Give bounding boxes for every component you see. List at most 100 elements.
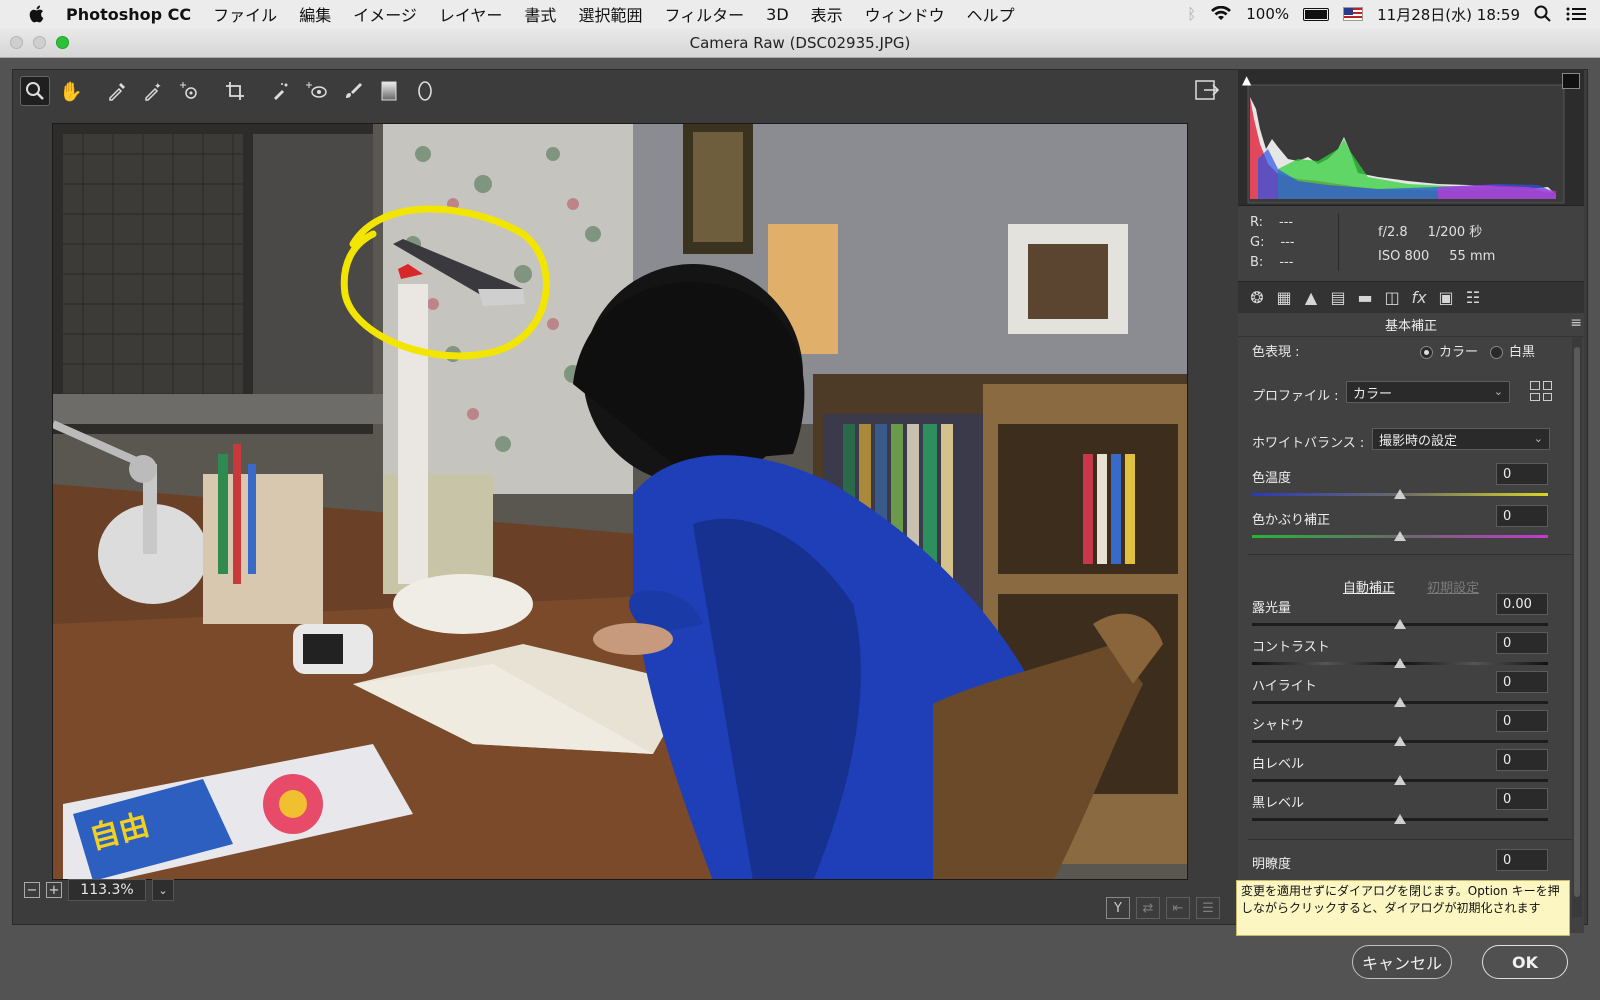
slider-thumb[interactable] <box>1394 814 1406 824</box>
shadows-slider[interactable]: シャドウ 0 <box>1252 710 1548 746</box>
slider-value[interactable]: 0 <box>1496 632 1548 654</box>
slider-thumb[interactable] <box>1394 489 1406 499</box>
tab-detail-icon[interactable]: ▲ <box>1302 288 1320 307</box>
treatment-color-radio[interactable]: カラー <box>1420 341 1478 360</box>
profile-select[interactable]: カラー ⌄ <box>1346 381 1510 403</box>
slider-value[interactable]: 0 <box>1496 505 1548 527</box>
slider-value[interactable]: 0 <box>1496 849 1548 871</box>
apple-icon[interactable] <box>26 3 48 25</box>
close-window-button[interactable] <box>10 36 23 49</box>
shadow-clipping-icon[interactable]: ▲ <box>1242 73 1256 87</box>
slider-thumb[interactable] <box>1394 619 1406 629</box>
iso-value: ISO 800 <box>1378 249 1430 264</box>
slider-thumb[interactable] <box>1394 775 1406 785</box>
adjustment-brush-icon[interactable] <box>338 76 368 106</box>
tab-split-toning-icon[interactable]: ▬ <box>1356 288 1374 307</box>
slider-value[interactable]: 0 <box>1496 749 1548 771</box>
scrollbar-thumb[interactable] <box>1574 347 1580 897</box>
menu-filter[interactable]: フィルター <box>664 2 744 26</box>
blacks-slider[interactable]: 黒レベル 0 <box>1252 788 1548 824</box>
highlight-clipping-icon[interactable] <box>1562 73 1580 89</box>
slider-thumb[interactable] <box>1394 736 1406 746</box>
crop-icon[interactable] <box>220 76 250 106</box>
highlights-slider[interactable]: ハイライト 0 <box>1252 671 1548 707</box>
panel-scrollbar[interactable] <box>1572 337 1582 917</box>
zoom-level-field[interactable]: 113.3% <box>68 879 146 901</box>
treatment-bw-radio[interactable]: 白黒 <box>1490 341 1535 360</box>
tab-basic-icon[interactable]: ❂ <box>1248 288 1266 307</box>
menu-file[interactable]: ファイル <box>213 2 277 26</box>
slider-thumb[interactable] <box>1394 531 1406 541</box>
spotlight-icon[interactable] <box>1534 5 1552 23</box>
spot-removal-icon[interactable] <box>266 76 296 106</box>
menu-view[interactable]: 表示 <box>811 2 843 26</box>
targeted-adjustment-icon[interactable] <box>174 76 204 106</box>
radio-icon <box>1420 346 1433 359</box>
slider-value[interactable]: 0.00 <box>1496 593 1548 615</box>
treatment-bw-label: 白黒 <box>1509 345 1536 360</box>
white-balance-icon[interactable] <box>102 76 132 106</box>
panel-tabs: ❂ ▦ ▲ ▤ ▬ ◫ fx ▣ ☷ <box>1238 281 1584 313</box>
menu-help[interactable]: ヘルプ <box>967 2 1015 26</box>
menu-edit[interactable]: 編集 <box>299 2 331 26</box>
menu-select[interactable]: 選択範囲 <box>578 2 642 26</box>
menu-layer[interactable]: レイヤー <box>439 2 503 26</box>
exposure-slider[interactable]: 露光量 0.00 <box>1252 593 1548 629</box>
toggle-defaults-icon[interactable]: ☰ <box>1196 897 1220 919</box>
clock[interactable]: 11月28日(水) 18:59 <box>1377 4 1520 25</box>
clarity-slider[interactable]: 明瞭度 0 <box>1252 849 1548 872</box>
defaults-button[interactable]: 初期設定 <box>1427 581 1479 596</box>
profile-browser-icon[interactable] <box>1530 381 1552 401</box>
hand-icon[interactable]: ✋ <box>56 76 86 106</box>
slider-value[interactable]: 0 <box>1496 463 1548 485</box>
zoom-out-button[interactable]: − <box>24 882 40 898</box>
panel-menu-icon[interactable]: ≡ <box>1570 315 1582 331</box>
before-after-icon[interactable]: Y <box>1106 897 1130 919</box>
slider-value[interactable]: 0 <box>1496 788 1548 810</box>
battery-icon[interactable] <box>1303 7 1330 21</box>
ok-button[interactable]: OK <box>1482 945 1568 979</box>
tab-lens-corrections-icon[interactable]: ◫ <box>1383 288 1401 307</box>
image-preview[interactable]: 自由 <box>52 123 1188 880</box>
tint-slider[interactable]: 色かぶり補正 0 <box>1252 505 1548 541</box>
slider-value[interactable]: 0 <box>1496 710 1548 732</box>
zoom-window-button[interactable] <box>56 36 69 49</box>
svg-text:✦: ✦ <box>154 82 162 92</box>
chevron-down-icon[interactable]: ⌄ <box>152 879 174 901</box>
wifi-icon[interactable] <box>1210 6 1232 22</box>
menu-app-name[interactable]: Photoshop CC <box>66 5 191 24</box>
menu-window[interactable]: ウィンドウ <box>865 2 945 26</box>
radial-filter-icon[interactable] <box>410 76 440 106</box>
tab-presets-icon[interactable]: ☷ <box>1464 288 1482 307</box>
tab-hsl-icon[interactable]: ▤ <box>1329 288 1347 307</box>
treatment-label: 色表現 : <box>1252 345 1300 360</box>
menu-image[interactable]: イメージ <box>353 2 417 26</box>
open-preferences-icon[interactable] <box>1192 75 1222 105</box>
color-sampler-icon[interactable]: ✦ <box>138 76 168 106</box>
temperature-slider[interactable]: 色温度 0 <box>1252 463 1548 499</box>
contrast-slider[interactable]: コントラスト 0 <box>1252 632 1548 668</box>
zoom-in-button[interactable]: + <box>46 882 62 898</box>
tab-effects-icon[interactable]: fx <box>1410 288 1428 307</box>
tab-tone-curve-icon[interactable]: ▦ <box>1275 288 1293 307</box>
cancel-button[interactable]: キャンセル <box>1352 945 1452 979</box>
copy-settings-icon[interactable]: ⇤ <box>1166 897 1190 919</box>
focal-length-value: 55 mm <box>1449 249 1496 264</box>
slider-thumb[interactable] <box>1394 658 1406 668</box>
whites-slider[interactable]: 白レベル 0 <box>1252 749 1548 785</box>
red-eye-icon[interactable] <box>302 76 332 106</box>
tab-camera-calibration-icon[interactable]: ▣ <box>1437 288 1455 307</box>
us-flag-icon[interactable] <box>1343 7 1364 21</box>
minimize-window-button[interactable] <box>33 36 46 49</box>
bluetooth-icon[interactable]: ᛒ <box>1187 5 1196 23</box>
slider-thumb[interactable] <box>1394 697 1406 707</box>
white-balance-select[interactable]: 撮影時の設定 ⌄ <box>1372 428 1550 450</box>
menu-type[interactable]: 書式 <box>524 2 556 26</box>
zoom-icon[interactable] <box>20 76 50 106</box>
auto-button[interactable]: 自動補正 <box>1343 581 1395 596</box>
graduated-filter-icon[interactable] <box>374 76 404 106</box>
notification-center-icon[interactable] <box>1566 6 1586 22</box>
slider-value[interactable]: 0 <box>1496 671 1548 693</box>
swap-settings-icon[interactable]: ⇄ <box>1136 897 1160 919</box>
menu-3d[interactable]: 3D <box>766 5 789 24</box>
